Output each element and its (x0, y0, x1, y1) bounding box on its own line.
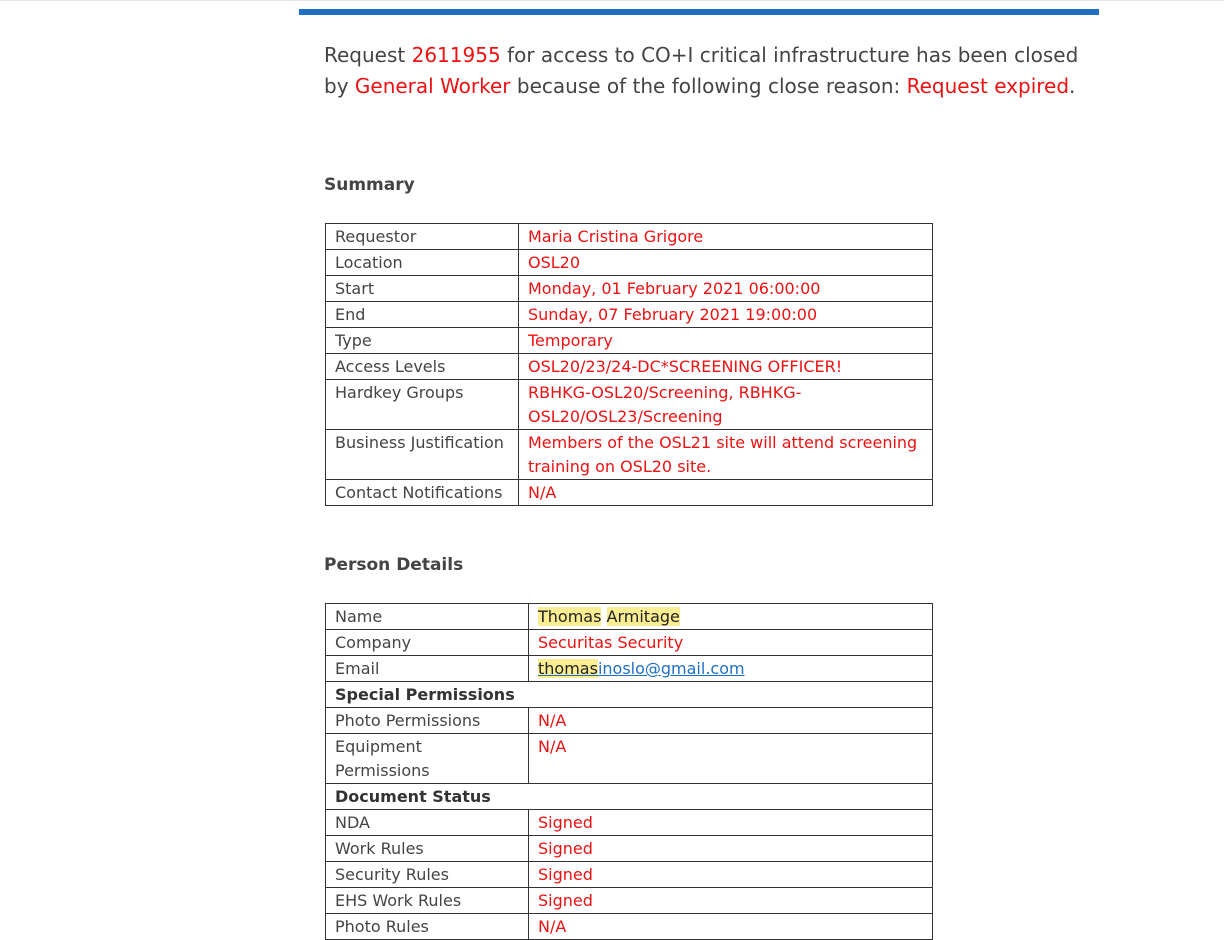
row-label: Photo Rules (325, 913, 529, 940)
table-row: Document Status (325, 783, 933, 810)
document-status-value: Signed (528, 861, 933, 888)
document-status-header: Document Status (325, 783, 933, 810)
table-row: Email thomasinoslo@gmail.com (325, 655, 933, 682)
person-details-table: Name Thomas Armitage Company Securitas S… (325, 603, 933, 940)
email-highlight: thomas (538, 659, 598, 678)
document-status-value: Signed (528, 809, 933, 836)
email-rest: inoslo@gmail.com (597, 659, 745, 678)
row-label: Equipment Permissions (325, 733, 529, 784)
message-prefix: Request (324, 43, 412, 67)
row-label: Work Rules (325, 835, 529, 862)
table-row: Name Thomas Armitage (325, 603, 933, 630)
company-value: Securitas Security (528, 629, 933, 656)
close-reason: Request expired (906, 74, 1070, 98)
email-link[interactable]: thomasinoslo@gmail.com (538, 659, 745, 678)
row-label: Name (325, 603, 529, 630)
row-value: Members of the OSL21 site will attend sc… (518, 429, 933, 480)
message-reason-intro: because of the following close reason: (510, 74, 907, 98)
row-value: Monday, 01 February 2021 06:00:00 (518, 275, 933, 302)
row-label: NDA (325, 809, 529, 836)
email-cell: thomasinoslo@gmail.com (528, 655, 933, 682)
table-row: Requestor Maria Cristina Grigore (325, 223, 933, 250)
table-row: Location OSL20 (325, 249, 933, 276)
row-value: OSL20 (518, 249, 933, 276)
last-name: Armitage (606, 607, 680, 626)
equipment-permissions-value: N/A (528, 733, 933, 784)
document-status-value: Signed (528, 887, 933, 914)
row-label: Business Justification (325, 429, 519, 480)
row-label: Hardkey Groups (325, 379, 519, 430)
row-label: Start (325, 275, 519, 302)
row-value: RBHKG-OSL20/Screening, RBHKG-OSL20/OSL23… (518, 379, 933, 430)
table-row: End Sunday, 07 February 2021 19:00:00 (325, 301, 933, 328)
document-status-value: N/A (528, 913, 933, 940)
table-row: Security Rules Signed (325, 861, 933, 888)
row-value: Sunday, 07 February 2021 19:00:00 (518, 301, 933, 328)
table-row: NDA Signed (325, 809, 933, 836)
row-value: Maria Cristina Grigore (518, 223, 933, 250)
closed-by: General Worker (354, 74, 511, 98)
photo-permissions-value: N/A (528, 707, 933, 734)
message-suffix: . (1069, 74, 1076, 98)
row-label: Security Rules (325, 861, 529, 888)
row-value: N/A (518, 479, 933, 506)
row-value: OSL20/23/24-DC*SCREENING OFFICER! (518, 353, 933, 380)
table-row: Type Temporary (325, 327, 933, 354)
row-label: EHS Work Rules (325, 887, 529, 914)
table-row: Work Rules Signed (325, 835, 933, 862)
table-row: Photo Rules N/A (325, 913, 933, 940)
table-row: Equipment Permissions N/A (325, 733, 933, 784)
table-row: Start Monday, 01 February 2021 06:00:00 (325, 275, 933, 302)
row-label: Location (325, 249, 519, 276)
summary-table: Requestor Maria Cristina Grigore Locatio… (325, 223, 933, 506)
summary-title: Summary (324, 175, 415, 195)
table-row: Photo Permissions N/A (325, 707, 933, 734)
table-row: Contact Notifications N/A (325, 479, 933, 506)
row-label: Company (325, 629, 529, 656)
special-permissions-header: Special Permissions (325, 681, 933, 708)
table-row: Access Levels OSL20/23/24-DC*SCREENING O… (325, 353, 933, 380)
person-name: Thomas Armitage (528, 603, 933, 630)
person-details-title: Person Details (324, 555, 464, 575)
header-accent-bar (299, 9, 1099, 15)
table-row: Special Permissions (325, 681, 933, 708)
row-label: Requestor (325, 223, 519, 250)
request-id: 2611955 (411, 43, 501, 67)
row-value: Temporary (518, 327, 933, 354)
row-label: Email (325, 655, 529, 682)
table-row: EHS Work Rules Signed (325, 887, 933, 914)
top-faint-divider (0, 0, 1224, 1)
row-label: End (325, 301, 519, 328)
table-row: Hardkey Groups RBHKG-OSL20/Screening, RB… (325, 379, 933, 430)
closure-message: Request 2611955 for access to CO+I criti… (324, 40, 1084, 102)
row-label: Type (325, 327, 519, 354)
first-name: Thomas (538, 607, 602, 626)
row-label: Contact Notifications (325, 479, 519, 506)
row-label: Photo Permissions (325, 707, 529, 734)
row-label: Access Levels (325, 353, 519, 380)
table-row: Company Securitas Security (325, 629, 933, 656)
document-status-value: Signed (528, 835, 933, 862)
table-row: Business Justification Members of the OS… (325, 429, 933, 480)
